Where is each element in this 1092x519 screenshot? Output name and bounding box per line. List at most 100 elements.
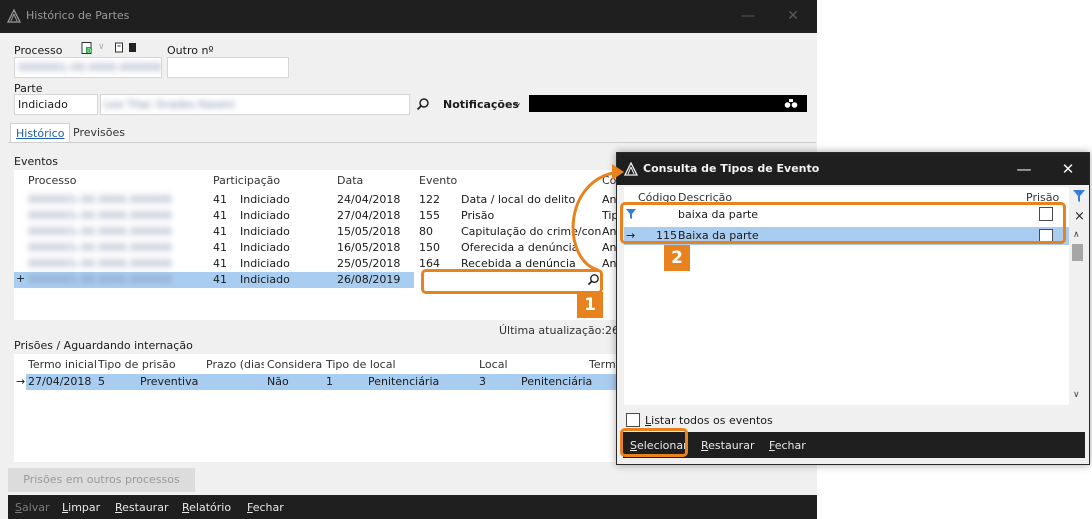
col-considera[interactable]: Considera (267, 358, 322, 371)
col-tipo-prisao[interactable]: Tipo de prisão (98, 358, 176, 371)
row-participacao-cod: 41 (213, 257, 227, 270)
main-command-bar: Salvar Limpar Restaurar Relatório Fechar (8, 495, 817, 519)
row-processo: 0000001-00.0000.000000 (28, 273, 172, 286)
row-marker-arrow-icon: → (16, 375, 26, 388)
row-local-cod: 1 (326, 375, 333, 388)
col-termino[interactable]: Term (589, 358, 616, 371)
dialog-restaurar-button[interactable]: Restaurar (701, 439, 754, 452)
row-tipo: Preventiva (140, 375, 199, 388)
callout-badge-2: 2 (664, 245, 690, 271)
row-evento-cod: 122 (419, 193, 440, 206)
col-evento[interactable]: Evento (419, 174, 457, 187)
prisoes-outros-processos-button[interactable]: Prisões em outros processos (8, 468, 195, 492)
row-participacao: Indiciado (240, 193, 290, 206)
col-local[interactable]: Local (479, 358, 508, 371)
parte-nome-value: Lee Tilac Grades Kaseni (104, 98, 235, 111)
salvar-button[interactable]: Salvar (15, 501, 50, 514)
processo-input[interactable]: 0000001-00.0000.000000 (14, 57, 162, 78)
relatorio-button[interactable]: Relatório (182, 501, 231, 514)
col-tipo-local[interactable]: Tipo de local (326, 358, 396, 371)
listar-todos-checkbox[interactable] (626, 413, 640, 427)
consulta-tipos-evento-dialog: Consulta de Tipos de Evento — ✕ Código D… (616, 152, 1090, 465)
row-participacao: Indiciado (240, 241, 290, 254)
restaurar-button[interactable]: Restaurar (115, 501, 168, 514)
row-participacao: Indiciado (240, 209, 290, 222)
row-data: 16/05/2018 (337, 241, 401, 254)
row-tipo-local: Penitenciária (368, 375, 440, 388)
col-prazo[interactable]: Prazo (dias) (206, 358, 264, 371)
row-participacao-cod: 41 (213, 193, 227, 206)
row-processo: 0000001-00.0000.000000 (28, 193, 172, 206)
row-termo: 27/04/2018 (28, 375, 92, 388)
scrollbar-thumb[interactable] (1072, 244, 1083, 261)
row-participacao-cod: 41 (213, 225, 227, 238)
callout-badge-1: 1 (577, 292, 603, 318)
clear-filter-icon[interactable]: × (1074, 209, 1085, 224)
table-row-selected[interactable]: + 0000001-00.0000.000000 41 Indiciado 26… (14, 272, 414, 288)
table-row[interactable]: 0000001-00.0000.000000 41 Indiciado 24/0… (14, 192, 617, 208)
vertical-scrollbar[interactable]: ∧ ∨ (1070, 230, 1086, 405)
col-termo-inicial[interactable]: Termo inicial (28, 358, 97, 371)
callout-arrow-icon (571, 164, 624, 272)
dialog-titlebar: Consulta de Tipos de Evento — ✕ (617, 153, 1089, 185)
scroll-up-icon[interactable]: ∧ (1073, 230, 1080, 240)
chevron-down-icon[interactable]: ∨ (98, 42, 105, 52)
row-evento-cod: 150 (419, 241, 440, 254)
outro-numero-input[interactable] (167, 57, 289, 78)
col-data[interactable]: Data (337, 174, 363, 187)
notificacoes-field[interactable] (529, 95, 807, 112)
minimize-button[interactable]: — (738, 6, 758, 26)
filter-toggle-icon[interactable] (1073, 189, 1085, 203)
binoculars-icon[interactable] (783, 97, 799, 110)
col-processo[interactable]: Processo (28, 174, 76, 187)
callout-box-selecionar (620, 428, 688, 457)
main-titlebar: Histórico de Partes — ✕ (0, 0, 817, 33)
row-evento-cod: 155 (419, 209, 440, 222)
row-processo: 0000001-00.0000.000000 (28, 241, 172, 254)
table-row[interactable]: 0000001-00.0000.000000 41 Indiciado 15/0… (14, 224, 617, 240)
app-logo-icon (7, 9, 21, 23)
row-participacao-cod: 41 (213, 241, 227, 254)
search-icon[interactable] (416, 97, 430, 111)
row-data: 25/05/2018 (337, 257, 401, 270)
row-evento: Data / local do delito (461, 193, 576, 206)
row-data: 27/04/2018 (337, 209, 401, 222)
row-evento-cod: 80 (419, 225, 433, 238)
dialog-close-button[interactable]: ✕ (1057, 159, 1079, 179)
dialog-command-bar: Selecionar Restaurar Fechar (623, 432, 1085, 458)
notificacoes-chevron-icon[interactable]: ⌄ (513, 96, 522, 109)
col-participacao[interactable]: Participação (213, 174, 280, 187)
callout-box-filter-result (620, 202, 1066, 244)
row-participacao: Indiciado (240, 225, 290, 238)
row-considera: Não (267, 375, 289, 388)
parte-tipo-input[interactable]: Indiciado (14, 94, 98, 115)
tab-previsoes[interactable]: Previsões (68, 123, 131, 143)
row-data: 15/05/2018 (337, 225, 401, 238)
notificacoes-label: Notificações (443, 98, 519, 111)
ultima-atualizacao-label: Última atualização: (499, 324, 606, 337)
processo-value: 0000001-00.0000.000000 (18, 61, 162, 74)
limpar-button[interactable]: Limpar (62, 501, 100, 514)
row-evento: Prisão (461, 209, 495, 222)
table-row[interactable]: 0000001-00.0000.000000 41 Indiciado 16/0… (14, 240, 617, 256)
close-button[interactable]: ✕ (783, 6, 803, 26)
table-row[interactable]: → 27/04/2018 5 Preventiva Não 1 Penitenc… (14, 374, 616, 390)
outro-numero-label: Outro nº (167, 44, 214, 57)
row-tipo-cod: 5 (98, 375, 105, 388)
new-document-icon[interactable]: D (80, 41, 94, 55)
row-participacao-cod: 41 (213, 209, 227, 222)
row-local-id: 3 (479, 375, 486, 388)
table-row[interactable]: 0000001-00.0000.000000 41 Indiciado 27/0… (14, 208, 618, 224)
row-participacao-cod: 41 (213, 273, 227, 286)
row-marker: + (16, 272, 26, 285)
parte-nome-input[interactable]: Lee Tilac Grades Kaseni (100, 94, 410, 115)
dialog-fechar-button[interactable]: Fechar (769, 439, 806, 452)
fechar-button[interactable]: Fechar (247, 501, 284, 514)
row-processo: 0000001-00.0000.000000 (28, 209, 172, 222)
notes-icon[interactable] (114, 41, 138, 55)
scroll-down-icon[interactable]: ∨ (1073, 390, 1080, 400)
tab-historico[interactable]: Histórico (10, 123, 71, 143)
row-participacao: Indiciado (240, 273, 290, 286)
listar-todos-label[interactable]: Listar todos os eventos (645, 414, 773, 427)
dialog-minimize-button[interactable]: — (1013, 159, 1035, 179)
